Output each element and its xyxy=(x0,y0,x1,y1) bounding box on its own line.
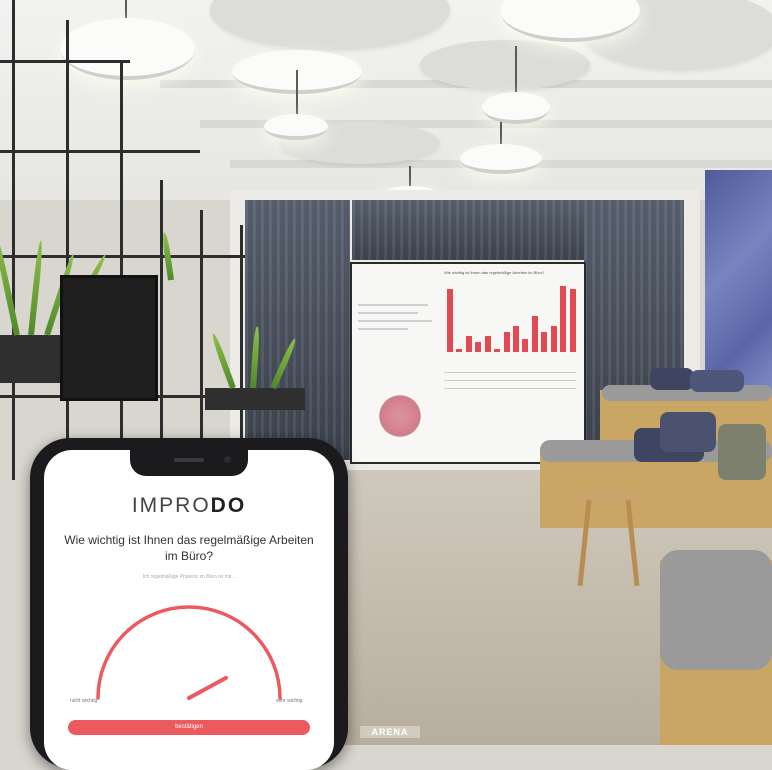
wall-screen-bar xyxy=(522,338,529,352)
wall-screen-bar xyxy=(531,315,538,352)
wall-screen-bar xyxy=(456,348,463,352)
screen-table-row xyxy=(444,380,576,381)
pillow xyxy=(650,368,694,390)
rating-gauge[interactable] xyxy=(84,590,294,710)
pendant-lamp xyxy=(460,144,542,174)
screen-text-line xyxy=(358,304,428,306)
planter-box xyxy=(205,388,305,410)
shelf-rail xyxy=(0,60,130,63)
wall-monitor xyxy=(60,275,158,401)
camera-icon xyxy=(224,456,231,463)
pillow xyxy=(690,370,744,392)
pillow xyxy=(660,412,716,452)
shelf-post xyxy=(160,180,163,480)
metal-shelf xyxy=(0,0,320,480)
plant-leaf xyxy=(270,337,298,390)
survey-hint: Ich regelmäßige Präsenz im Büro ist mir.… xyxy=(142,574,236,580)
speaker-grille xyxy=(174,458,204,462)
shelf-post xyxy=(12,0,15,480)
wall-screen-bar xyxy=(465,335,472,352)
wall-screen-bar xyxy=(484,335,491,352)
logo-accent: DO xyxy=(210,494,247,517)
wall-screen-bar xyxy=(541,332,548,352)
app-logo: IMPRODO xyxy=(44,494,334,518)
wall-screen-bar-chart xyxy=(446,286,578,352)
lamp-cord xyxy=(515,46,517,94)
screen-text-line xyxy=(358,320,432,322)
pillow xyxy=(718,424,766,480)
wall-screen-bar xyxy=(447,289,453,352)
wall-screen-title: Wie wichtig ist Ihnen das regelmäßige Ar… xyxy=(444,270,545,275)
scale-low-label: nicht wichtig xyxy=(70,698,98,704)
wall-screen-bar xyxy=(513,325,519,352)
pendant-lamp xyxy=(482,92,550,124)
acoustic-disc xyxy=(420,40,590,90)
wall-screen-bar xyxy=(503,332,510,352)
shelf-post xyxy=(66,20,69,480)
watermark: ARENA xyxy=(360,726,420,738)
glass-partition xyxy=(352,200,584,260)
side-table xyxy=(570,490,648,502)
phone-notch xyxy=(130,450,248,476)
logo-main: IMPRO xyxy=(131,494,211,517)
gauge-arc xyxy=(96,605,282,700)
screen-table-row xyxy=(444,372,576,373)
wall-screen-pie xyxy=(376,392,424,440)
plant-leaf xyxy=(250,325,261,389)
shelf-rail xyxy=(0,150,200,153)
shelf-post xyxy=(120,60,123,480)
survey-question: Wie wichtig ist Ihnen das regelmäßige Ar… xyxy=(64,533,314,563)
bench-cushion xyxy=(660,550,772,670)
screen-table-row xyxy=(444,388,576,389)
lamp-cord xyxy=(500,122,502,146)
phone-screen: IMPRODO Wie wichtig ist Ihnen das regelm… xyxy=(44,450,334,770)
wall-screen-bar xyxy=(550,325,557,352)
wall-screen-bar xyxy=(560,286,567,352)
wall-screen: Wie wichtig ist Ihnen das regelmäßige Ar… xyxy=(350,262,586,464)
wall-screen-bar xyxy=(569,289,576,352)
screen-text-line xyxy=(358,312,418,314)
scale-high-label: sehr wichtig xyxy=(276,698,303,704)
smartphone: IMPRODO Wie wichtig ist Ihnen das regelm… xyxy=(30,438,348,770)
plant-leaf xyxy=(210,332,236,390)
wall-screen-bar xyxy=(475,342,482,352)
gauge-needle[interactable] xyxy=(187,675,228,700)
screen-text-line xyxy=(358,328,408,330)
plant-leaf xyxy=(0,231,20,336)
wall-screen-bar xyxy=(494,348,501,352)
confirm-button[interactable]: bestätigen xyxy=(68,720,310,735)
lamp-cord xyxy=(409,166,411,188)
